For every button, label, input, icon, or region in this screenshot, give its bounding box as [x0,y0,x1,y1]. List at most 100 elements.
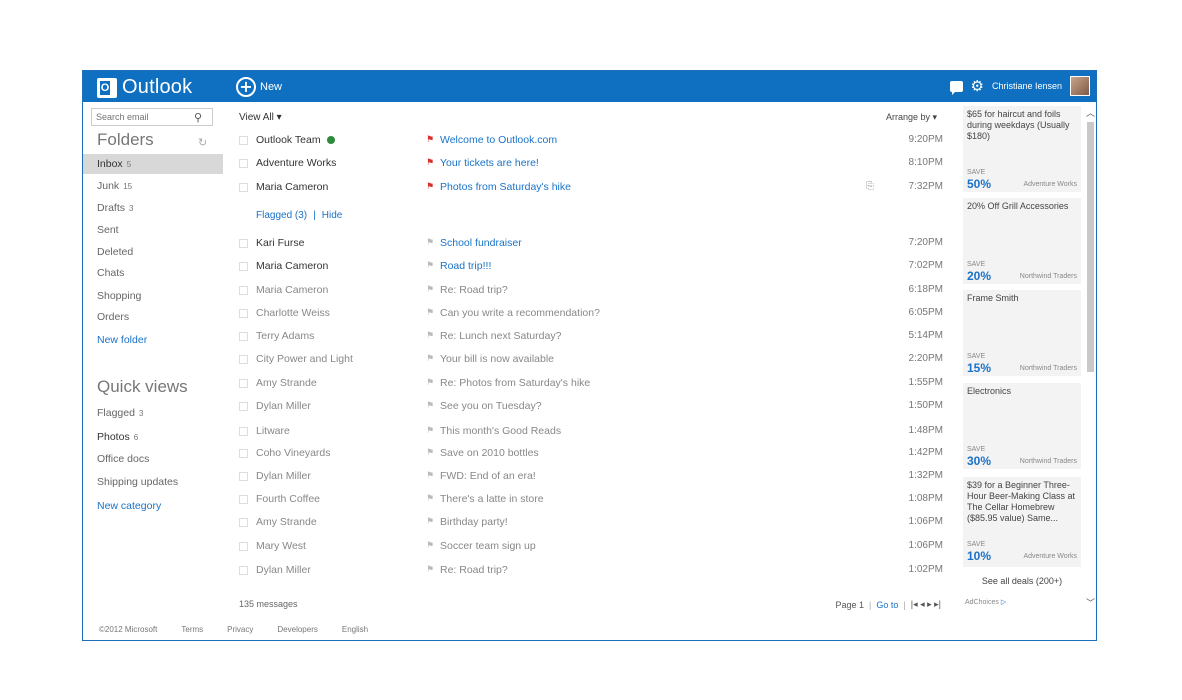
flag-icon[interactable]: ⚑ [426,540,434,551]
message-row[interactable]: Dylan Miller ⚑ FWD: End of an era! 1:32PM [223,466,949,488]
row-checkbox[interactable] [239,379,248,388]
deal-card[interactable]: $39 for a Beginner Three-Hour Beer-Makin… [963,477,1081,567]
flag-icon[interactable]: ⚑ [426,157,434,168]
message-row[interactable]: Dylan Miller ⚑ See you on Tuesday? 1:50PM [223,396,949,418]
row-checkbox[interactable] [239,136,248,145]
message-row[interactable]: Coho Vineyards ⚑ Save on 2010 bottles 1:42P… [223,443,949,465]
arrange-by-dropdown[interactable]: Arrange by ▾ [886,112,937,123]
flag-icon[interactable]: ⚑ [426,237,434,248]
flag-icon[interactable]: ⚑ [426,353,434,364]
flag-icon[interactable]: ⚑ [426,493,434,504]
brand[interactable]: O Outlook [97,76,192,99]
row-checkbox[interactable] [239,332,248,341]
folder-orders[interactable]: Orders [83,307,223,327]
folder-shopping[interactable]: Shopping [83,286,223,306]
row-checkbox[interactable] [239,518,248,527]
deal-card[interactable]: $65 for haircut and foils during weekday… [963,106,1081,192]
chevron-up-icon[interactable]: ︿ [1085,106,1096,119]
flag-icon[interactable]: ⚑ [426,425,434,436]
message-row[interactable]: Amy Strande ⚑ Re: Photos from Saturday's h… [223,373,949,395]
message-row[interactable]: Mary West ⚑ Soccer team sign up 1:06PM [223,536,949,558]
privacy-link[interactable]: Privacy [227,625,253,634]
message-subject: Soccer team sign up [440,540,536,552]
message-row[interactable]: Maria Cameron ⚑ Road trip!!! 7:02PM [223,256,949,278]
quickview-photos[interactable]: Photos 6 [83,427,223,447]
row-checkbox[interactable] [239,262,248,271]
folder-drafts[interactable]: Drafts 3 [83,198,223,218]
message-sender: Dylan Miller [256,470,311,482]
flagged-link[interactable]: Flagged (3) [256,210,307,221]
message-row[interactable]: Amy Strande ⚑ Birthday party! 1:06PM [223,512,949,534]
hide-link[interactable]: Hide [322,210,343,221]
search-icon[interactable]: ⚲ [194,111,202,124]
folder-chats[interactable]: Chats [83,263,223,283]
folder-junk[interactable]: Junk 15 [83,176,223,196]
quickview-shipping-updates[interactable]: Shipping updates [83,472,223,492]
folder-sent[interactable]: Sent [83,220,223,240]
row-checkbox[interactable] [239,449,248,458]
flag-icon[interactable]: ⚑ [426,377,434,388]
flag-icon[interactable]: ⚑ [426,516,434,527]
adchoices-link[interactable]: AdChoices ▷ [965,598,1006,606]
message-row[interactable]: Charlotte Weiss ⚑ Can you write a recommen… [223,303,949,325]
flag-icon[interactable]: ⚑ [426,307,434,318]
row-checkbox[interactable] [239,183,248,192]
gear-icon[interactable]: ⚙ [971,79,984,94]
row-checkbox[interactable] [239,286,248,295]
message-row[interactable]: Outlook Team ⚑ Welcome to Outlook.com 9:… [223,130,949,152]
deal-card[interactable]: Electronics SAVE 30% Northwind Traders [963,383,1081,469]
chevron-down-icon[interactable]: ﹀ [1085,596,1096,609]
flag-icon[interactable]: ⚑ [426,260,434,271]
row-checkbox[interactable] [239,159,248,168]
message-row[interactable]: Terry Adams ⚑ Re: Lunch next Saturday? 5:14… [223,326,949,348]
flag-icon[interactable]: ⚑ [426,447,434,458]
flag-icon[interactable]: ⚑ [426,564,434,575]
folder-inbox[interactable]: Inbox 5 [83,154,223,174]
goto-link[interactable]: Go to [876,600,898,610]
row-checkbox[interactable] [239,427,248,436]
new-folder-link[interactable]: New folder [83,330,223,350]
terms-link[interactable]: Terms [181,625,203,634]
search-input[interactable] [92,112,192,122]
message-row[interactable]: Litware ⚑ This month's Good Reads 1:48PM [223,421,949,443]
flag-icon[interactable]: ⚑ [426,181,434,192]
message-row[interactable]: Adventure Works ⚑ Your tickets are here!… [223,153,949,175]
flag-icon[interactable]: ⚑ [426,284,434,295]
folder-deleted[interactable]: Deleted [83,242,223,262]
row-checkbox[interactable] [239,566,248,575]
row-checkbox[interactable] [239,542,248,551]
row-checkbox[interactable] [239,472,248,481]
message-row[interactable]: Maria Cameron ⚑ Photos from Saturday's h… [223,177,949,199]
see-all-deals-button[interactable]: See all deals (200+) [963,572,1081,590]
message-row[interactable]: Kari Furse ⚑ School fundraiser 7:20PM [223,233,949,255]
row-checkbox[interactable] [239,495,248,504]
deal-card[interactable]: 20% Off Grill Accessories SAVE 20% North… [963,198,1081,284]
row-checkbox[interactable] [239,239,248,248]
flag-icon[interactable]: ⚑ [426,330,434,341]
scroll-thumb[interactable] [1087,122,1094,372]
message-row[interactable]: Maria Cameron ⚑ Re: Road trip? 6:18PM [223,280,949,302]
message-row[interactable]: City Power and Light ⚑ Your bill is now av… [223,349,949,371]
row-checkbox[interactable] [239,402,248,411]
deal-card[interactable]: Frame Smith SAVE 15% Northwind Traders [963,290,1081,376]
avatar[interactable] [1070,76,1090,96]
flag-icon[interactable]: ⚑ [426,400,434,411]
quickview-office-docs[interactable]: Office docs [83,449,223,469]
messaging-icon[interactable] [949,80,963,95]
new-message-button[interactable]: + New [236,77,282,97]
language-link[interactable]: English [342,625,368,634]
message-row[interactable]: Fourth Coffee ⚑ There's a latte in store 1:… [223,489,949,511]
refresh-icon[interactable]: ↻ [198,136,207,149]
message-row[interactable]: Dylan Miller ⚑ Re: Road trip? 1:02PM [223,560,949,582]
flag-icon[interactable]: ⚑ [426,470,434,481]
flag-icon[interactable]: ⚑ [426,134,434,145]
deals-scrollbar[interactable]: ︿ ﹀ [1085,102,1096,612]
pager-arrows-icon[interactable]: |◂ ◂ ▸ ▸| [911,599,941,610]
user-name[interactable]: Christiane Iensen [992,81,1062,91]
view-all-dropdown[interactable]: View All ▾ [239,112,282,123]
quickview-flagged[interactable]: Flagged 3 [83,403,223,423]
row-checkbox[interactable] [239,355,248,364]
developers-link[interactable]: Developers [277,625,317,634]
row-checkbox[interactable] [239,309,248,318]
new-category-link[interactable]: New category [83,496,223,516]
